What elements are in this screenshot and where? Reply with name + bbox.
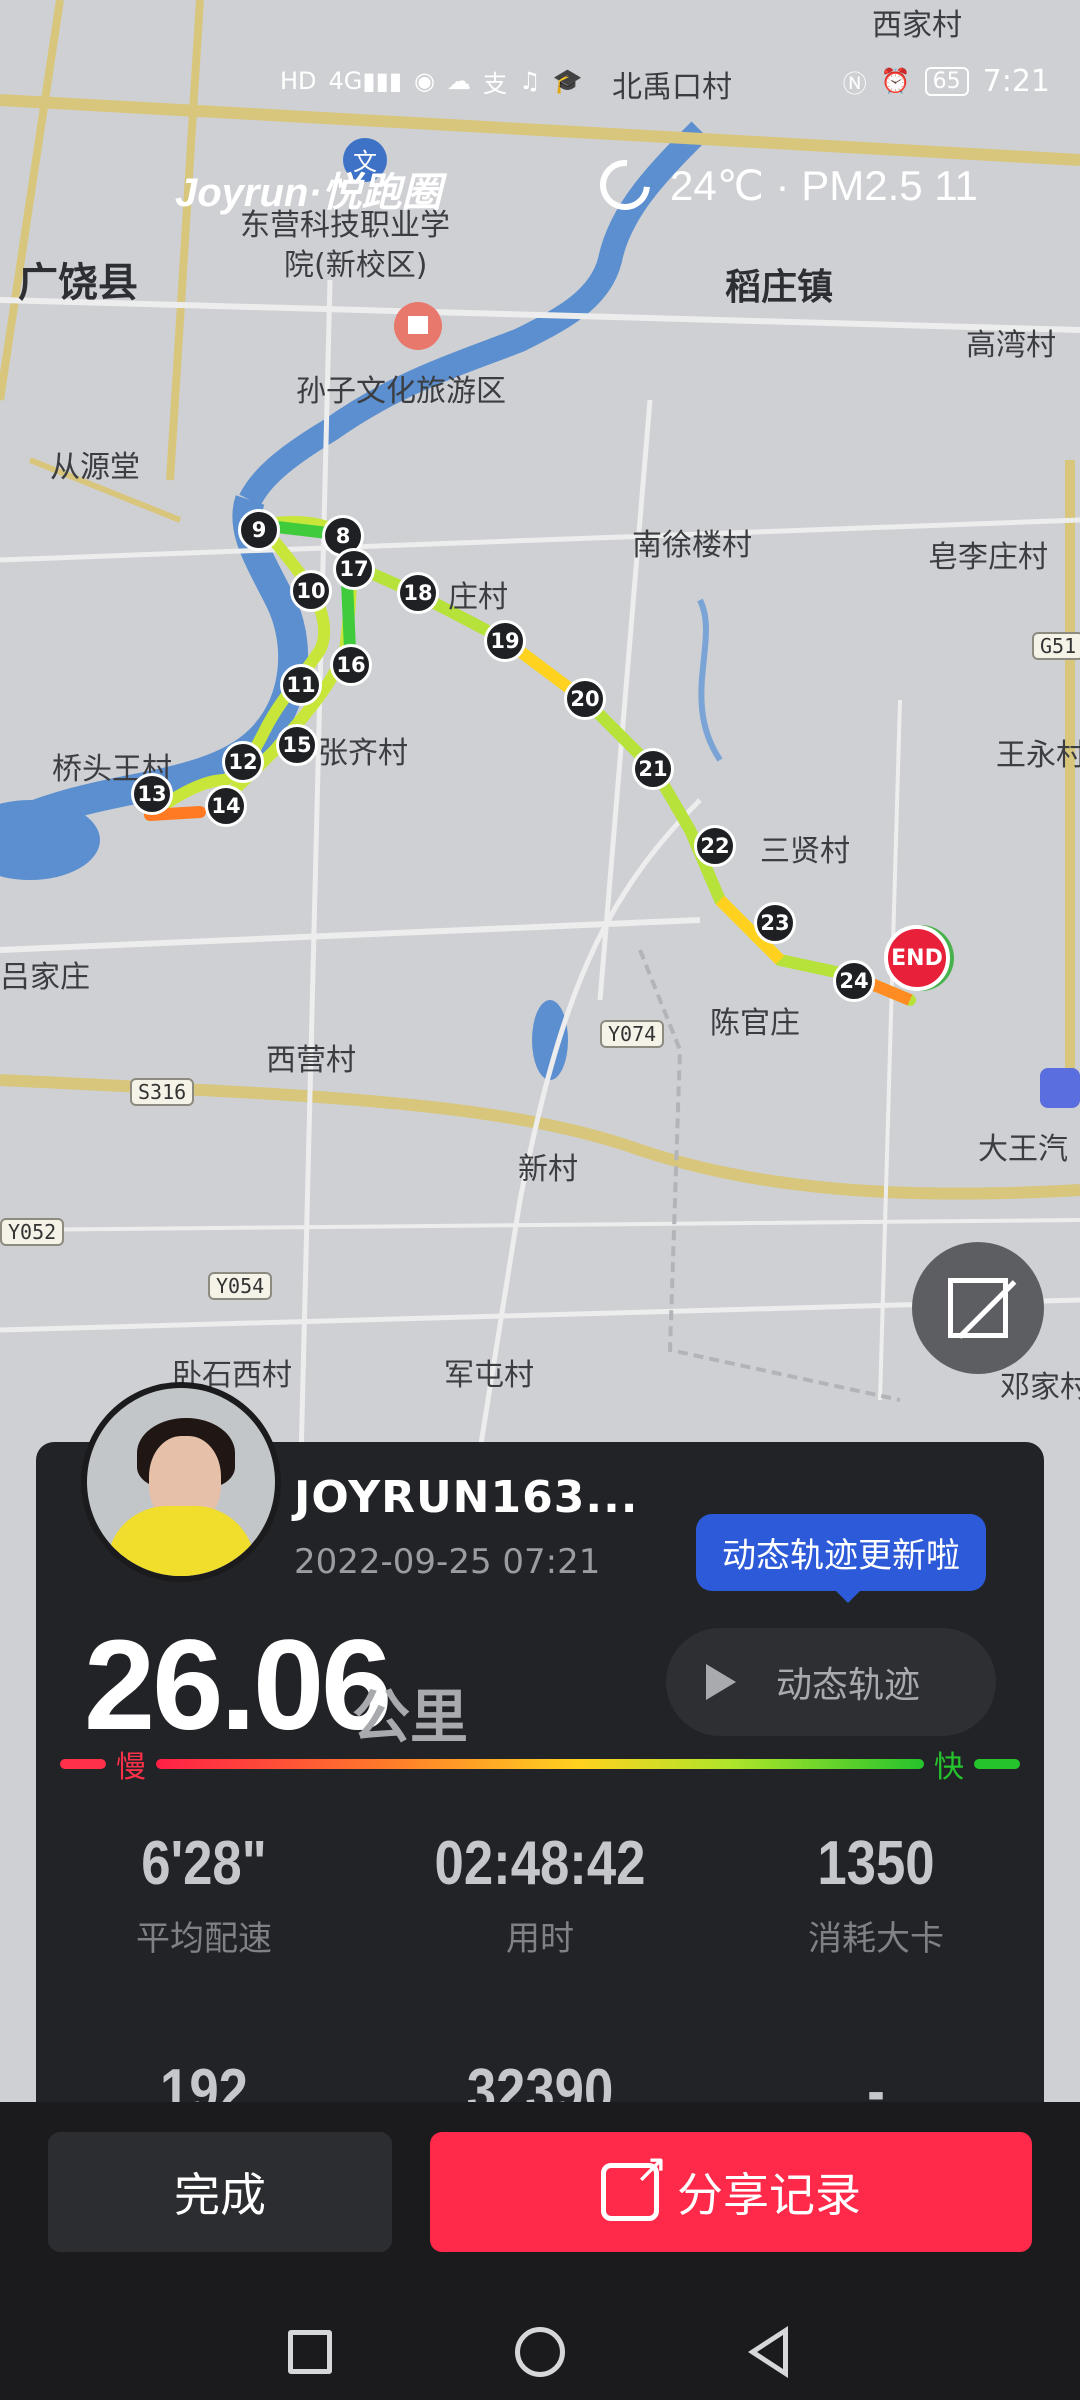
- road-badge: G51: [1032, 632, 1080, 660]
- place-label: 西家村: [872, 8, 962, 43]
- km-marker: 20: [564, 678, 606, 720]
- place-label: 大王汽: [978, 1132, 1068, 1167]
- stat-value: 02:48:42: [434, 1829, 646, 1898]
- place-label: 从源堂: [50, 450, 140, 485]
- stat-label: 消耗大卡: [808, 1919, 944, 1959]
- status-right-icons: Ⓝ ⏰ 65 7:21: [843, 64, 1050, 99]
- km-marker: 18: [397, 572, 439, 614]
- place-label: 孙子文化旅游区: [296, 374, 506, 409]
- alarm-icon: ⏰: [880, 67, 911, 95]
- road-badge: Y074: [600, 1020, 665, 1048]
- share-icon: [601, 2146, 668, 2221]
- pace-fast-label: 快: [934, 1750, 964, 1785]
- km-marker: 11: [280, 664, 322, 706]
- share-label: 分享记录: [677, 2168, 861, 2222]
- study-icon: 🎓: [552, 67, 583, 95]
- stat-avg-pace: 6'28" 平均配速: [36, 1828, 372, 1960]
- km-marker: 19: [484, 620, 526, 662]
- km-marker: 15: [276, 724, 318, 766]
- place-label: 军屯村: [444, 1358, 534, 1393]
- distance-unit: 公里: [352, 1683, 469, 1751]
- pace-gradient: [156, 1759, 924, 1769]
- place-label: 庄村: [448, 580, 508, 615]
- km-marker: 24: [833, 960, 875, 1002]
- km-marker: 10: [290, 570, 332, 612]
- battery-indicator: 65: [924, 66, 969, 96]
- square-icon: [288, 2330, 332, 2374]
- place-label: 邓家村: [1000, 1370, 1080, 1405]
- username: JOYRUN163...: [294, 1472, 639, 1523]
- road-badge: Y052: [0, 1218, 65, 1246]
- km-marker: 17: [333, 548, 375, 590]
- km-marker: 21: [632, 748, 674, 790]
- music-icon: ♫: [518, 67, 541, 95]
- km-marker: 9: [238, 509, 280, 551]
- place-label: 南徐楼村: [632, 528, 752, 563]
- recents-button[interactable]: [280, 2322, 340, 2382]
- back-button[interactable]: [738, 2322, 798, 2382]
- place-label: 高湾村: [966, 328, 1056, 363]
- back-triangle-icon: [748, 2326, 788, 2378]
- distance-value: 26.06: [84, 1614, 392, 1757]
- alipay-icon: 支: [482, 69, 507, 98]
- place-label: 广饶县: [18, 260, 138, 306]
- fullscreen-map-button[interactable]: [912, 1242, 1044, 1374]
- status-bar: HD 4G▮▮▮ ◉ ☁ 支 ♫ 🎓 Ⓝ ⏰ 65 7:21: [280, 56, 1050, 106]
- home-button[interactable]: [510, 2322, 570, 2382]
- expand-icon: [948, 1278, 1008, 1338]
- km-marker: 16: [330, 644, 372, 686]
- share-record-button[interactable]: 分享记录: [430, 2132, 1032, 2252]
- dynamic-track-button[interactable]: 动态轨迹: [666, 1628, 996, 1736]
- stat-calories: 1350 消耗大卡: [708, 1828, 1044, 1960]
- km-marker: 12: [222, 741, 264, 783]
- place-label: 陈官庄: [710, 1006, 800, 1041]
- place-label: 张齐村: [318, 736, 408, 771]
- place-label: 吕家庄: [0, 960, 90, 995]
- km-marker: 22: [694, 825, 736, 867]
- run-date: 2022-09-25 07:21: [294, 1542, 601, 1582]
- km-marker: 23: [754, 902, 796, 944]
- weather-info: 24℃ · PM2.5 11: [589, 149, 978, 221]
- pace-slow-label: 慢: [116, 1750, 146, 1785]
- place-label: 稻庄镇: [725, 267, 834, 308]
- weather-text: 24℃ · PM2.5 11: [670, 161, 978, 209]
- km-marker: 13: [131, 773, 173, 815]
- play-icon: [706, 1664, 736, 1700]
- avatar[interactable]: [81, 1382, 281, 1582]
- status-left-icons: HD 4G▮▮▮ ◉ ☁ 支 ♫ 🎓: [280, 64, 582, 99]
- stat-duration: 02:48:42 用时: [372, 1828, 708, 1960]
- nfc-icon: Ⓝ: [842, 69, 867, 98]
- app-logo: Joyrun·悦跑圈: [175, 171, 442, 215]
- system-navigation-bar: [0, 2302, 1080, 2400]
- dynamic-track-label: 动态轨迹: [776, 1665, 921, 1706]
- wechat-icon: ◉: [414, 67, 435, 95]
- clock: 7:21: [982, 63, 1050, 99]
- run-summary-card: JOYRUN163... 2022-09-25 07:21 动态轨迹更新啦 26…: [36, 1382, 1044, 2142]
- weather-app-icon: ☁: [446, 67, 471, 95]
- pace-legend: 慢 快: [60, 1750, 1020, 1785]
- moon-icon: [589, 149, 661, 221]
- replay-update-tooltip[interactable]: 动态轨迹更新啦: [696, 1514, 986, 1603]
- signal-icon: 4G▮▮▮: [328, 67, 403, 95]
- place-label: 皂李庄村: [928, 540, 1048, 575]
- stat-label: 用时: [506, 1919, 574, 1959]
- place-label: 新村: [518, 1152, 578, 1187]
- km-marker: 14: [205, 785, 247, 827]
- stat-value: 6'28": [141, 1829, 267, 1898]
- place-label: 三贤村: [760, 834, 850, 869]
- stat-label: 平均配速: [136, 1919, 272, 1959]
- place-label: 西营村: [266, 1043, 356, 1078]
- circle-icon: [515, 2327, 565, 2377]
- hd-icon: HD: [280, 67, 317, 95]
- bottom-action-bar: 完成 分享记录: [0, 2102, 1080, 2302]
- place-label: 院(新校区): [284, 248, 428, 283]
- place-label: 王永村: [996, 738, 1080, 773]
- end-marker: END: [884, 925, 950, 991]
- road-badge: S316: [130, 1078, 195, 1106]
- stat-value: 1350: [817, 1829, 935, 1898]
- bus-poi-icon: [1040, 1068, 1080, 1108]
- road-badge: Y054: [208, 1272, 273, 1300]
- done-button[interactable]: 完成: [48, 2132, 392, 2252]
